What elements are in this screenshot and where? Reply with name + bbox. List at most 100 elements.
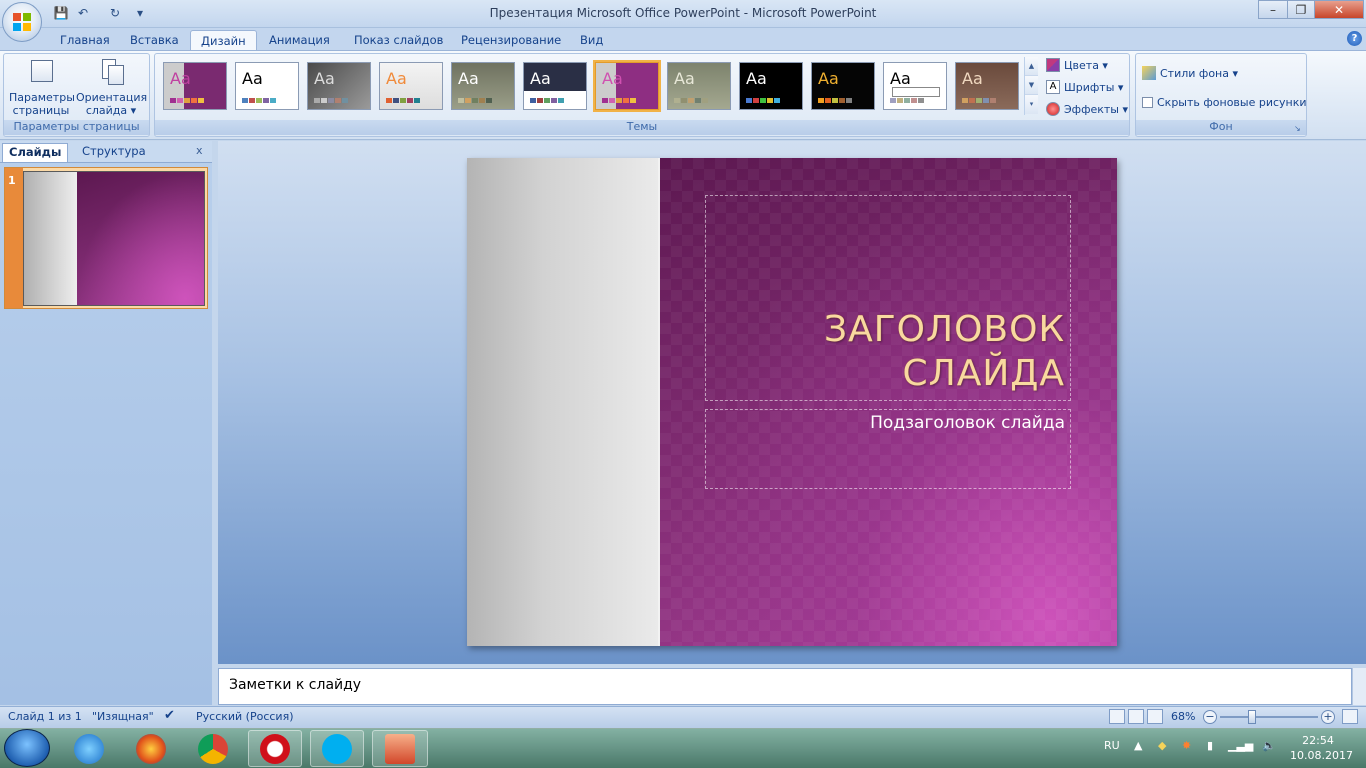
theme-thumbnail[interactable]: Aa (523, 62, 587, 110)
orientation-button[interactable]: Ориентация слайда ▾ (76, 57, 148, 117)
theme-thumbnail[interactable]: Aa (163, 62, 227, 110)
input-language[interactable]: RU (1104, 739, 1120, 752)
dialog-launcher-icon[interactable]: ↘ (1294, 124, 1304, 134)
close-pane-icon[interactable]: x (196, 144, 203, 157)
volume-icon[interactable]: 🔈 (1262, 739, 1276, 752)
background-styles-button[interactable]: Стили фона ▾ (1142, 64, 1238, 82)
zoom-slider[interactable] (1220, 716, 1318, 718)
theme-thumbnail[interactable]: Aa (739, 62, 803, 110)
background-styles-label: Стили фона ▾ (1160, 66, 1238, 80)
gallery-down-icon[interactable]: ▼ (1025, 76, 1038, 95)
subtitle-placeholder[interactable]: Подзаголовок слайда (705, 409, 1071, 489)
slideshow-view-icon[interactable] (1147, 709, 1163, 724)
hide-background-label: Скрыть фоновые рисунки (1157, 95, 1307, 109)
language-indicator[interactable]: Русский (Россия) (196, 710, 294, 723)
background-group-label: Фон (1136, 120, 1306, 135)
orientation-icon (96, 57, 126, 87)
customize-qat-icon[interactable]: ▾ (134, 4, 146, 22)
page-setup-label-2: страницы (12, 104, 70, 117)
tab-animation[interactable]: Анимация (259, 30, 340, 50)
gallery-more-icon[interactable]: ▾ (1025, 95, 1038, 114)
normal-view-icon[interactable] (1109, 709, 1125, 724)
theme-fonts-button[interactable]: A Шрифты ▾ (1046, 78, 1123, 96)
theme-thumbnail[interactable]: Aa (955, 62, 1019, 110)
theme-thumbnail[interactable]: Aa (811, 62, 875, 110)
tab-review[interactable]: Рецензирование (451, 30, 571, 50)
theme-thumbnail[interactable]: Aa (667, 62, 731, 110)
chrome-icon[interactable] (186, 730, 240, 767)
orientation-label-1: Ориентация (76, 91, 148, 104)
powerpoint-taskbar-icon[interactable] (372, 730, 428, 767)
tray-expand-icon[interactable]: ▲ (1134, 739, 1142, 752)
save-icon[interactable]: 💾 (52, 4, 70, 22)
theme-thumbnail[interactable]: Aa (379, 62, 443, 110)
tab-home[interactable]: Главная (50, 30, 120, 50)
office-button[interactable] (2, 2, 42, 42)
notes-scrollbar[interactable] (1352, 668, 1366, 705)
system-clock[interactable]: 22:54 10.08.2017 (1290, 733, 1353, 763)
colors-icon (1046, 58, 1060, 72)
zoom-level[interactable]: 68% (1171, 710, 1195, 723)
theme-thumbnail[interactable]: Aa (883, 62, 947, 110)
gallery-up-icon[interactable]: ▲ (1025, 57, 1038, 76)
notification-icon[interactable]: ◆ (1158, 739, 1166, 752)
zoom-in-icon[interactable]: + (1321, 710, 1335, 724)
theme-name: "Изящная" (92, 710, 154, 723)
group-page-setup: Параметры страницы Ориентация слайда ▾ П… (3, 53, 150, 137)
notes-input[interactable]: Заметки к слайду (218, 668, 1352, 705)
battery-icon[interactable]: ▮ (1207, 739, 1213, 752)
zoom-out-icon[interactable]: − (1203, 710, 1217, 724)
clock-date: 10.08.2017 (1290, 749, 1353, 762)
theme-thumbnail[interactable]: Aa (451, 62, 515, 110)
theme-thumbnail[interactable]: Aa (307, 62, 371, 110)
maximize-button[interactable]: ❐ (1287, 0, 1315, 19)
checkbox-icon[interactable] (1142, 96, 1153, 108)
spellcheck-icon[interactable]: ✔ (164, 708, 175, 723)
clock-time: 22:54 (1302, 734, 1334, 747)
page-setup-label-1: Параметры (9, 91, 75, 104)
fit-to-window-icon[interactable] (1342, 709, 1358, 724)
minimize-button[interactable]: – (1258, 0, 1288, 19)
tab-slides[interactable]: Слайды (2, 143, 69, 162)
opera-icon[interactable] (248, 730, 302, 767)
zoom-slider-thumb[interactable] (1248, 710, 1256, 724)
slide-title: ЗАГОЛОВОК СЛАЙДА (824, 309, 1065, 394)
paint-bucket-icon (1142, 66, 1156, 80)
undo-icon[interactable]: ↶ (74, 4, 92, 22)
slide-subtitle: Подзаголовок слайда (870, 413, 1065, 433)
tab-view[interactable]: Вид (570, 30, 613, 50)
tab-outline[interactable]: Структура (76, 143, 152, 162)
slide-counter: Слайд 1 из 1 (8, 710, 82, 723)
firefox-icon[interactable] (124, 730, 178, 767)
close-button[interactable]: ✕ (1314, 0, 1364, 19)
page-setup-button[interactable]: Параметры страницы (9, 57, 75, 117)
theme-thumbnail[interactable]: Aa (235, 62, 299, 110)
slide-thumbnail[interactable] (23, 171, 205, 306)
start-button[interactable] (4, 729, 50, 767)
window-title: Презентация Microsoft Office PowerPoint … (489, 6, 877, 20)
tab-slideshow[interactable]: Показ слайдов (344, 30, 453, 50)
theme-thumbnail-selected[interactable]: Aa (593, 60, 661, 112)
fonts-icon: A (1046, 80, 1060, 94)
theme-colors-label: Цвета ▾ (1064, 58, 1108, 72)
theme-effects-button[interactable]: Эффекты ▾ (1046, 100, 1128, 118)
theme-gallery-scroll[interactable]: ▲ ▼ ▾ (1024, 57, 1038, 115)
slide-sorter-icon[interactable] (1128, 709, 1144, 724)
tab-insert[interactable]: Вставка (120, 30, 189, 50)
avast-icon[interactable]: ✸ (1182, 739, 1191, 752)
themes-group-label: Темы (155, 120, 1129, 135)
redo-icon[interactable]: ↻ (106, 4, 124, 22)
orientation-label-2: слайда ▾ (85, 104, 137, 117)
hide-background-checkbox[interactable]: Скрыть фоновые рисунки (1142, 93, 1307, 111)
help-icon[interactable]: ? (1347, 31, 1362, 46)
internet-explorer-icon[interactable] (62, 730, 116, 767)
tab-design[interactable]: Дизайн (190, 30, 257, 50)
slide-canvas[interactable]: ЗАГОЛОВОК СЛАЙДА Подзаголовок слайда (467, 158, 1117, 646)
slide-gray-panel (467, 158, 658, 646)
office-logo-icon (13, 13, 31, 31)
theme-colors-button[interactable]: Цвета ▾ (1046, 56, 1108, 74)
network-icon[interactable]: ▁▃▅ (1228, 739, 1253, 752)
skype-icon[interactable] (310, 730, 364, 767)
page-setup-group-label: Параметры страницы (4, 120, 149, 135)
title-placeholder[interactable]: ЗАГОЛОВОК СЛАЙДА (705, 195, 1071, 401)
